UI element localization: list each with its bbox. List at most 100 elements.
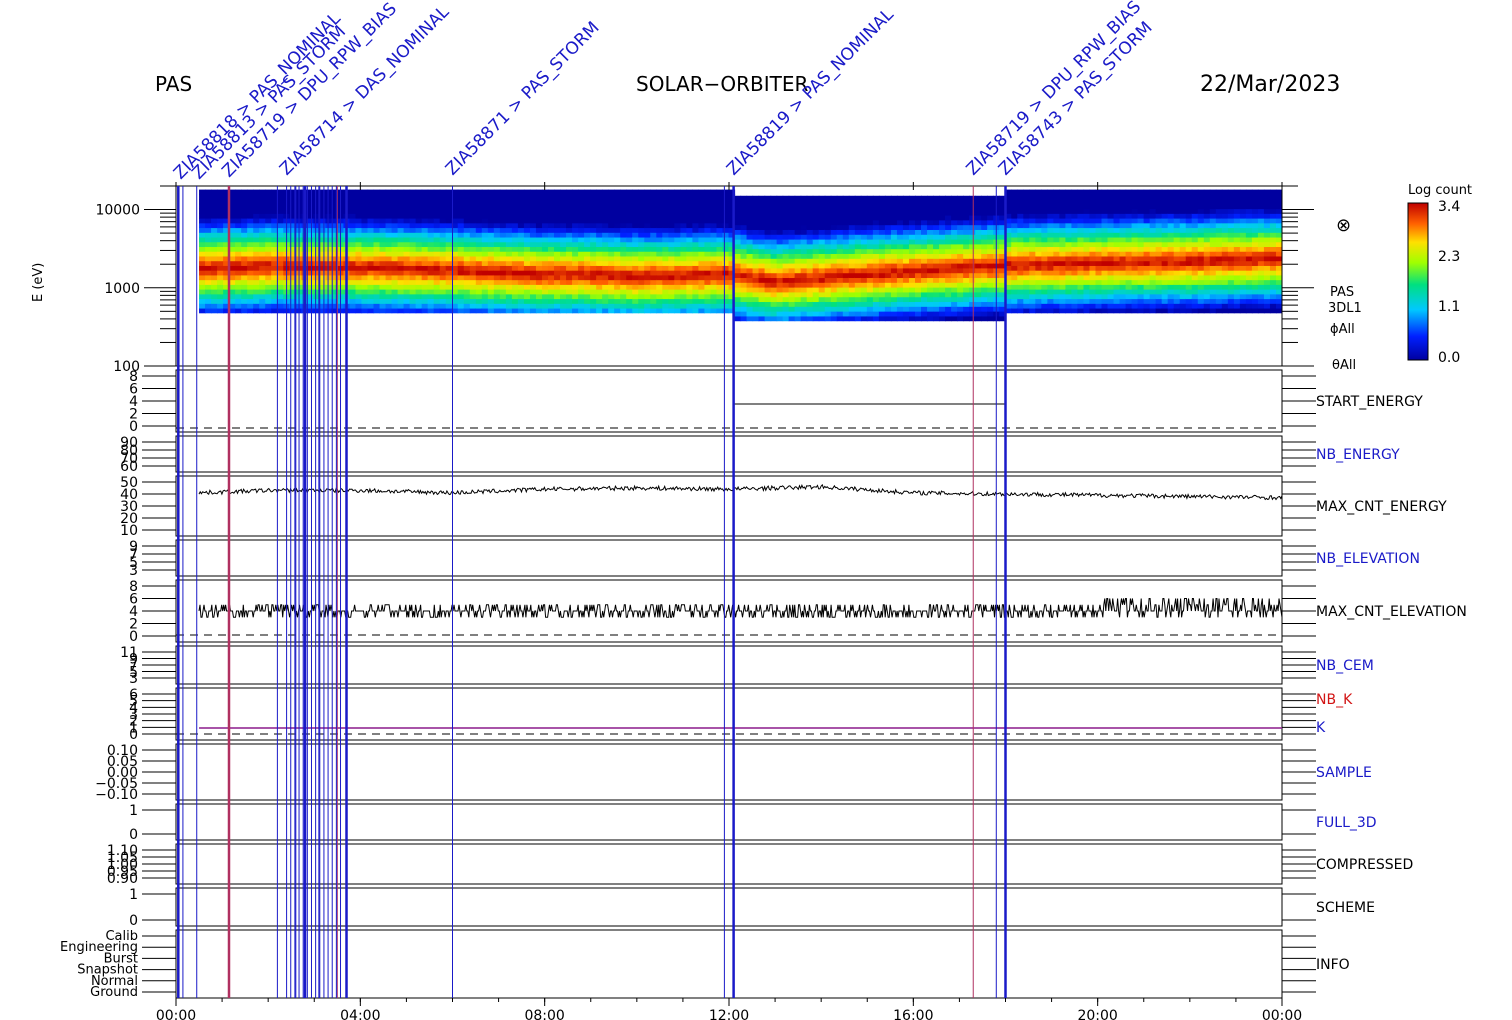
spec-cell: [752, 214, 760, 221]
spec-cell: [884, 277, 892, 283]
spec-cell: [560, 217, 567, 224]
spec-cell: [975, 248, 982, 254]
spec-cell: [541, 270, 549, 276]
spec-cell: [908, 291, 916, 298]
spec-cell: [1125, 217, 1133, 224]
panel-nb_k_k: 6543210NB_KK: [129, 687, 1353, 743]
spec-cell: [794, 234, 802, 240]
spec-cell: [409, 227, 417, 233]
spec-cell: [427, 307, 435, 314]
spec-cell: [614, 232, 621, 238]
spec-cell: [644, 194, 651, 200]
spec-cell: [511, 289, 519, 295]
spec-cell: [764, 287, 772, 293]
spec-cell: [945, 214, 952, 221]
spec-cell: [1173, 213, 1181, 219]
spec-cell: [957, 282, 964, 288]
spec-cell: [722, 189, 730, 195]
spec-cell: [836, 195, 844, 202]
spec-cell: [662, 270, 669, 276]
spec-cell: [975, 205, 982, 211]
spec-cell: [806, 306, 814, 312]
spec-cell: [517, 255, 525, 262]
spec-cell: [830, 306, 838, 312]
spec-cell: [499, 274, 507, 281]
spec-cell: [1119, 251, 1127, 257]
spec-cell: [710, 255, 718, 262]
spec-cell: [692, 208, 700, 214]
spec-cell: [554, 293, 561, 300]
spec-cell: [1233, 298, 1241, 304]
spec-cell: [253, 303, 260, 309]
spec-cell: [469, 194, 477, 200]
spec-cell: [379, 236, 387, 243]
spec-cell: [632, 279, 639, 285]
spec-cell: [253, 255, 260, 262]
spec-cell: [1197, 293, 1205, 300]
spec-cell: [517, 303, 525, 309]
spectrogram-panel: 100001000100 E (eV) ⊗ PAS 3DL1 ϕAll θAll: [31, 185, 1362, 375]
spec-cell: [698, 303, 706, 309]
spec-cell: [692, 246, 700, 252]
spec-cell: [475, 241, 483, 248]
spec-cell: [933, 210, 940, 216]
spec-cell: [1167, 293, 1175, 300]
spec-cell: [1221, 199, 1229, 205]
spec-cell: [307, 189, 314, 195]
spec-cell: [578, 189, 585, 195]
spec-cell: [1095, 222, 1103, 229]
spec-cell: [235, 274, 242, 281]
spec-cell: [560, 199, 567, 205]
spec-cell: [644, 274, 651, 281]
spec-cell: [644, 227, 651, 233]
spec-cell: [1167, 208, 1175, 214]
spec-cell: [884, 311, 892, 317]
spec-cell: [878, 239, 886, 245]
spec-cell: [397, 270, 405, 276]
spec-cell: [764, 258, 772, 264]
spec-cell: [1047, 270, 1054, 276]
spec-cell: [644, 251, 651, 257]
spec-cell: [277, 303, 284, 309]
spec-cell: [908, 253, 916, 259]
spec-cell: [752, 239, 760, 245]
spec-cell: [915, 301, 922, 307]
spec-cell: [511, 284, 519, 290]
spec-cell: [1059, 194, 1067, 200]
spec-cell: [457, 241, 465, 248]
spec-cell: [722, 260, 730, 266]
spec-cell: [644, 279, 651, 285]
spec-cell: [1107, 217, 1115, 224]
spec-cell: [933, 277, 940, 283]
spec-cell: [734, 200, 742, 206]
spec-cell: [253, 222, 260, 229]
spec-cell: [632, 199, 639, 205]
spec-cell: [698, 274, 706, 281]
spec-cell: [758, 315, 766, 322]
spec-cell: [680, 246, 687, 252]
spec-cell: [620, 241, 627, 248]
spec-cell: [722, 274, 730, 281]
spec-cell: [866, 291, 874, 298]
spec-cell: [584, 208, 591, 214]
spec-cell: [529, 307, 537, 314]
spec-cell: [710, 232, 718, 238]
spec-cell: [1149, 213, 1157, 219]
spec-cell: [235, 307, 242, 314]
spec-cell: [560, 298, 567, 304]
spec-cell: [788, 311, 796, 317]
spec-cell: [247, 203, 254, 210]
spec-cell: [957, 195, 964, 202]
spec-cell: [535, 227, 543, 233]
spec-cell: [1119, 274, 1127, 281]
spec-cell: [247, 213, 254, 219]
spec-cell: [794, 306, 802, 312]
spec-cell: [493, 307, 501, 314]
spec-cell: [541, 307, 549, 314]
colorbar-gradient: [1407, 202, 1429, 361]
spec-cell: [319, 199, 326, 205]
spec-cell: [439, 213, 447, 219]
spec-cell: [457, 265, 465, 271]
spec-cell: [541, 298, 549, 304]
spec-cell: [391, 217, 399, 224]
